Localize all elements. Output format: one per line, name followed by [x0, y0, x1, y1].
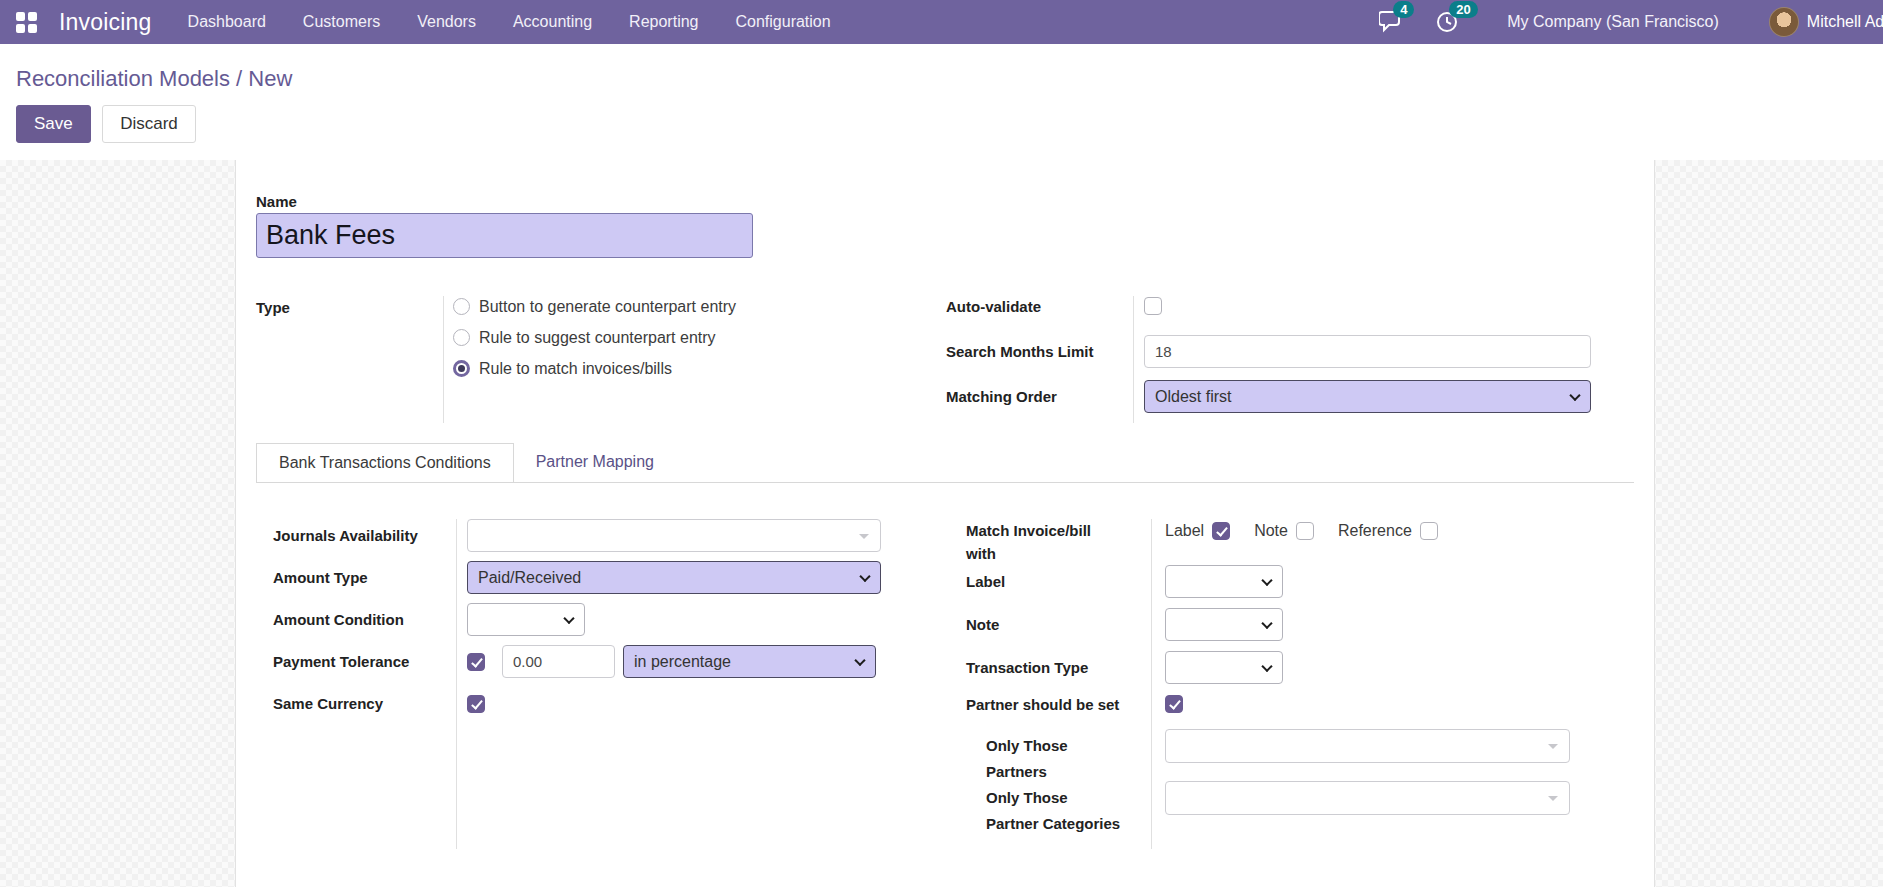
- validation-field-group: Auto-validate Search Months Limit 18 Mat…: [946, 296, 1634, 423]
- match-with-label-checkbox[interactable]: [1212, 522, 1230, 540]
- matching-order-select[interactable]: Oldest first: [1144, 380, 1591, 413]
- form-sheet: Name Bank Fees Type Button to generate c…: [235, 160, 1655, 887]
- label-select[interactable]: [1165, 565, 1283, 598]
- tab-bank-transactions-conditions[interactable]: Bank Transactions Conditions: [256, 443, 514, 482]
- only-those-partner-categories-label: Only Those Partner Categories: [966, 781, 1151, 837]
- dropdown-caret-icon: [1548, 796, 1558, 801]
- amount-condition-label: Amount Condition: [273, 611, 456, 628]
- app-window: Invoicing Dashboard Customers Vendors Ac…: [0, 0, 1889, 887]
- name-field-block: Name Bank Fees: [256, 193, 1634, 258]
- main-menu: Dashboard Customers Vendors Accounting R…: [188, 13, 831, 31]
- auto-validate-checkbox[interactable]: [1144, 297, 1162, 315]
- chevron-down-icon: [1569, 389, 1580, 400]
- journals-availability-label: Journals Availability: [273, 527, 456, 544]
- payment-tolerance-amount-input[interactable]: 0.00: [502, 645, 615, 678]
- tab-page-conditions: Journals Availability Amount Type Paid/R…: [256, 483, 1634, 849]
- match-with-reference-option: Reference: [1338, 522, 1438, 540]
- scrollbar[interactable]: [1883, 0, 1889, 887]
- same-currency-label: Same Currency: [273, 695, 456, 712]
- topbar-right: 4 20 My Company (San Francisco) Mitchell…: [1379, 7, 1889, 37]
- user-avatar: [1769, 7, 1799, 37]
- note-select[interactable]: [1165, 608, 1283, 641]
- conditions-left-group: Journals Availability Amount Type Paid/R…: [273, 519, 949, 849]
- user-name: Mitchell Admin: [1807, 13, 1889, 31]
- user-menu[interactable]: Mitchell Admin: [1769, 7, 1889, 37]
- conditions-right-group: Match Invoice/bill with Label Note: [949, 519, 1634, 849]
- type-option-match[interactable]: Rule to match invoices/bills: [453, 353, 736, 384]
- amount-condition-select[interactable]: [467, 603, 585, 636]
- form-view: Name Bank Fees Type Button to generate c…: [0, 160, 1889, 887]
- radio-icon[interactable]: [453, 298, 470, 315]
- payment-tolerance-checkbox[interactable]: [467, 653, 485, 671]
- amount-type-label: Amount Type: [273, 569, 456, 586]
- only-those-partners-input[interactable]: [1165, 729, 1570, 763]
- activities-count-badge: 20: [1449, 1, 1477, 18]
- partner-should-be-set-checkbox[interactable]: [1165, 695, 1183, 713]
- company-switcher[interactable]: My Company (San Francisco): [1507, 13, 1719, 31]
- discard-button[interactable]: Discard: [102, 105, 196, 143]
- menu-customers[interactable]: Customers: [303, 13, 380, 31]
- journals-availability-input[interactable]: [467, 519, 881, 552]
- dropdown-caret-icon: [859, 534, 869, 539]
- save-button[interactable]: Save: [16, 105, 91, 143]
- type-radio-group: Button to generate counterpart entry Rul…: [443, 291, 736, 423]
- chevron-down-icon: [854, 654, 865, 665]
- chevron-down-icon: [563, 612, 574, 623]
- app-title[interactable]: Invoicing: [59, 9, 152, 36]
- payment-tolerance-label: Payment Tolerance: [273, 653, 456, 670]
- chevron-down-icon: [1261, 574, 1272, 585]
- radio-icon-selected[interactable]: [453, 360, 470, 377]
- chevron-down-icon: [1261, 660, 1272, 671]
- type-option-suggest[interactable]: Rule to suggest counterpart entry: [453, 322, 736, 353]
- notebook-tabs: Bank Transactions Conditions Partner Map…: [256, 443, 1634, 483]
- messages-count-badge: 4: [1393, 1, 1414, 18]
- payment-tolerance-mode-select[interactable]: in percentage: [623, 645, 876, 678]
- chevron-down-icon: [1261, 617, 1272, 628]
- tab-partner-mapping[interactable]: Partner Mapping: [514, 443, 676, 482]
- name-label: Name: [256, 193, 1634, 210]
- note-field-label: Note: [966, 616, 1151, 633]
- radio-icon[interactable]: [453, 329, 470, 346]
- partner-should-be-set-label: Partner should be set: [966, 696, 1151, 713]
- messages-button[interactable]: 4: [1379, 9, 1409, 35]
- control-panel: Reconciliation Models / New Save Discard: [0, 44, 1889, 160]
- only-those-partner-categories-input[interactable]: [1165, 781, 1570, 815]
- menu-configuration[interactable]: Configuration: [735, 13, 830, 31]
- match-invoice-bill-with-label: Match Invoice/bill with: [966, 519, 1151, 565]
- same-currency-checkbox[interactable]: [467, 695, 485, 713]
- match-with-note-option: Note: [1254, 522, 1314, 540]
- top-navbar: Invoicing Dashboard Customers Vendors Ac…: [0, 0, 1889, 44]
- transaction-type-label: Transaction Type: [966, 659, 1151, 676]
- menu-vendors[interactable]: Vendors: [417, 13, 476, 31]
- chevron-down-icon: [859, 570, 870, 581]
- menu-accounting[interactable]: Accounting: [513, 13, 592, 31]
- apps-menu-icon[interactable]: [16, 12, 37, 33]
- type-field-group: Type Button to generate counterpart entr…: [256, 296, 946, 423]
- transaction-type-select[interactable]: [1165, 651, 1283, 684]
- search-months-limit-input[interactable]: 18: [1144, 335, 1591, 368]
- only-those-partners-label: Only Those Partners: [966, 729, 1151, 785]
- match-with-label-option: Label: [1165, 522, 1230, 540]
- name-input[interactable]: Bank Fees: [256, 213, 753, 258]
- dropdown-caret-icon: [1548, 744, 1558, 749]
- breadcrumb[interactable]: Reconciliation Models / New: [16, 66, 1873, 92]
- auto-validate-label: Auto-validate: [946, 298, 1133, 315]
- matching-order-label: Matching Order: [946, 388, 1133, 405]
- label-field-label: Label: [966, 573, 1151, 590]
- type-option-generate[interactable]: Button to generate counterpart entry: [453, 291, 736, 322]
- menu-reporting[interactable]: Reporting: [629, 13, 698, 31]
- activities-button[interactable]: 20: [1435, 9, 1465, 35]
- match-with-reference-checkbox[interactable]: [1420, 522, 1438, 540]
- type-label: Type: [256, 296, 443, 423]
- menu-dashboard[interactable]: Dashboard: [188, 13, 266, 31]
- amount-type-select[interactable]: Paid/Received: [467, 561, 881, 594]
- match-with-note-checkbox[interactable]: [1296, 522, 1314, 540]
- search-months-limit-label: Search Months Limit: [946, 343, 1133, 360]
